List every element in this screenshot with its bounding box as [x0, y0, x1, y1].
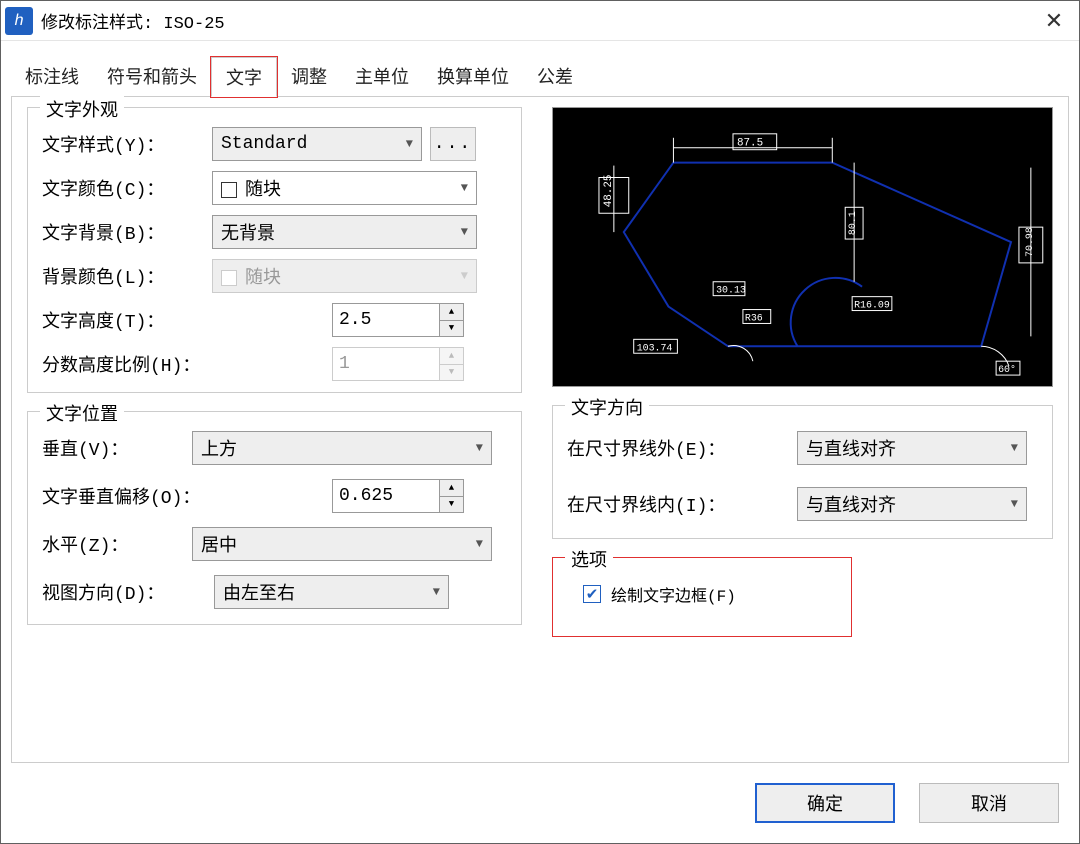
inside-select[interactable]: 与直线对齐 ▼ [797, 487, 1027, 521]
text-style-value: Standard [221, 134, 307, 154]
horizontal-select[interactable]: 居中 ▼ [192, 527, 492, 561]
outside-label: 在尺寸界线外(E)： [567, 435, 797, 461]
chevron-down-icon: ▼ [461, 269, 468, 283]
svg-text:103.74: 103.74 [637, 342, 673, 353]
text-height-label: 文字高度(T)： [42, 307, 332, 333]
text-alignment-group: 文字方向 在尺寸界线外(E)： 与直线对齐 ▼ 在尺寸界线内(I)： 与直线对齐… [552, 405, 1053, 539]
window-title: 修改标注样式: ISO-25 [41, 8, 1029, 34]
options-group: 选项 ✔ 绘制文字边框(F) [552, 557, 852, 637]
svg-text:R16.09: R16.09 [854, 300, 890, 311]
text-color-value: 随块 [245, 181, 281, 201]
viewdir-label: 视图方向(D)： [42, 579, 214, 605]
outside-select[interactable]: 与直线对齐 ▼ [797, 431, 1027, 465]
text-bg-select[interactable]: 无背景 ▼ [212, 215, 477, 249]
button-bar: 确定 取消 [1, 773, 1079, 843]
titlebar: h 修改标注样式: ISO-25 ✕ [1, 1, 1079, 41]
tab-tolerances[interactable]: 公差 [523, 57, 587, 97]
tab-alt-units[interactable]: 换算单位 [423, 57, 523, 97]
offset-input[interactable] [332, 479, 440, 513]
spinner-down-icon[interactable]: ▼ [440, 321, 463, 337]
text-color-label: 文字颜色(C)： [42, 175, 212, 201]
spinner-up-icon[interactable]: ▲ [440, 480, 463, 497]
tab-symbols[interactable]: 符号和箭头 [93, 57, 211, 97]
viewdir-value: 由左至右 [223, 579, 295, 605]
svg-text:87.5: 87.5 [737, 138, 763, 150]
spinner-up-icon[interactable]: ▲ [440, 304, 463, 321]
draw-frame-row[interactable]: ✔ 绘制文字边框(F) [583, 582, 837, 606]
spinner-down-icon: ▼ [440, 365, 463, 381]
text-height-input[interactable] [332, 303, 440, 337]
draw-frame-checkbox[interactable]: ✔ [583, 585, 601, 603]
horizontal-label: 水平(Z)： [42, 531, 192, 557]
cancel-button[interactable]: 取消 [919, 783, 1059, 823]
tab-line[interactable]: 标注线 [11, 57, 93, 97]
svg-text:48.25: 48.25 [603, 175, 615, 208]
tab-text[interactable]: 文字 [211, 57, 277, 97]
vertical-label: 垂直(V)： [42, 435, 192, 461]
text-style-label: 文字样式(Y)： [42, 131, 212, 157]
right-column: 87.5 48.25 80.1 70.98 30.13 R [552, 107, 1053, 752]
alignment-legend: 文字方向 [565, 394, 649, 420]
viewdir-select[interactable]: 由左至右 ▼ [214, 575, 449, 609]
chevron-down-icon: ▼ [461, 181, 468, 195]
tab-primary-units[interactable]: 主单位 [341, 57, 423, 97]
dimension-preview: 87.5 48.25 80.1 70.98 30.13 R [552, 107, 1053, 387]
appearance-legend: 文字外观 [40, 96, 124, 122]
text-style-browse-button[interactable]: ... [430, 127, 476, 161]
frac-scale-input [332, 347, 440, 381]
tab-strip: 标注线 符号和箭头 文字 调整 主单位 换算单位 公差 [1, 41, 1079, 97]
draw-frame-label: 绘制文字边框(F) [611, 582, 736, 606]
horizontal-value: 居中 [201, 531, 237, 557]
close-button[interactable]: ✕ [1029, 1, 1079, 41]
svg-text:80.1: 80.1 [847, 211, 858, 235]
inside-value: 与直线对齐 [806, 491, 896, 517]
app-icon: h [5, 7, 33, 35]
chevron-down-icon: ▼ [476, 441, 483, 455]
svg-text:30.13: 30.13 [716, 285, 746, 296]
text-placement-group: 文字位置 垂直(V)： 上方 ▼ 文字垂直偏移(O)： ▲ ▼ [27, 411, 522, 625]
text-bg-value: 无背景 [221, 219, 275, 245]
dialog-window: h 修改标注样式: ISO-25 ✕ 标注线 符号和箭头 文字 调整 主单位 换… [0, 0, 1080, 844]
text-bg-label: 文字背景(B)： [42, 219, 212, 245]
outside-value: 与直线对齐 [806, 435, 896, 461]
swatch-icon [221, 270, 237, 286]
chevron-down-icon: ▼ [1011, 497, 1018, 511]
chevron-down-icon: ▼ [1011, 441, 1018, 455]
text-appearance-group: 文字外观 文字样式(Y)： Standard ▼ ... 文字颜色(C)： 随块… [27, 107, 522, 393]
placement-legend: 文字位置 [40, 400, 124, 426]
spinner-down-icon[interactable]: ▼ [440, 497, 463, 513]
bg-color-value: 随块 [245, 269, 281, 289]
offset-spinner[interactable]: ▲ ▼ [332, 479, 464, 513]
inside-label: 在尺寸界线内(I)： [567, 491, 797, 517]
tab-content: 文字外观 文字样式(Y)： Standard ▼ ... 文字颜色(C)： 随块… [11, 96, 1069, 763]
tab-fit[interactable]: 调整 [277, 57, 341, 97]
vertical-value: 上方 [201, 435, 237, 461]
options-legend: 选项 [565, 546, 613, 572]
frac-scale-spinner: ▲ ▼ [332, 347, 464, 381]
svg-text:60°: 60° [998, 364, 1016, 375]
vertical-select[interactable]: 上方 ▼ [192, 431, 492, 465]
text-style-select[interactable]: Standard ▼ [212, 127, 422, 161]
chevron-down-icon: ▼ [406, 137, 413, 151]
bg-color-label: 背景颜色(L)： [42, 263, 212, 289]
left-column: 文字外观 文字样式(Y)： Standard ▼ ... 文字颜色(C)： 随块… [27, 107, 522, 752]
text-color-select[interactable]: 随块 ▼ [212, 171, 477, 205]
chevron-down-icon: ▼ [461, 225, 468, 239]
text-height-spinner[interactable]: ▲ ▼ [332, 303, 464, 337]
frac-scale-label: 分数高度比例(H)： [42, 351, 332, 377]
bg-color-select: 随块 ▼ [212, 259, 477, 293]
offset-label: 文字垂直偏移(O)： [42, 483, 332, 509]
chevron-down-icon: ▼ [433, 585, 440, 599]
spinner-up-icon: ▲ [440, 348, 463, 365]
chevron-down-icon: ▼ [476, 537, 483, 551]
svg-text:R36: R36 [745, 312, 763, 323]
swatch-icon [221, 182, 237, 198]
ok-button[interactable]: 确定 [755, 783, 895, 823]
svg-text:70.98: 70.98 [1024, 227, 1035, 257]
